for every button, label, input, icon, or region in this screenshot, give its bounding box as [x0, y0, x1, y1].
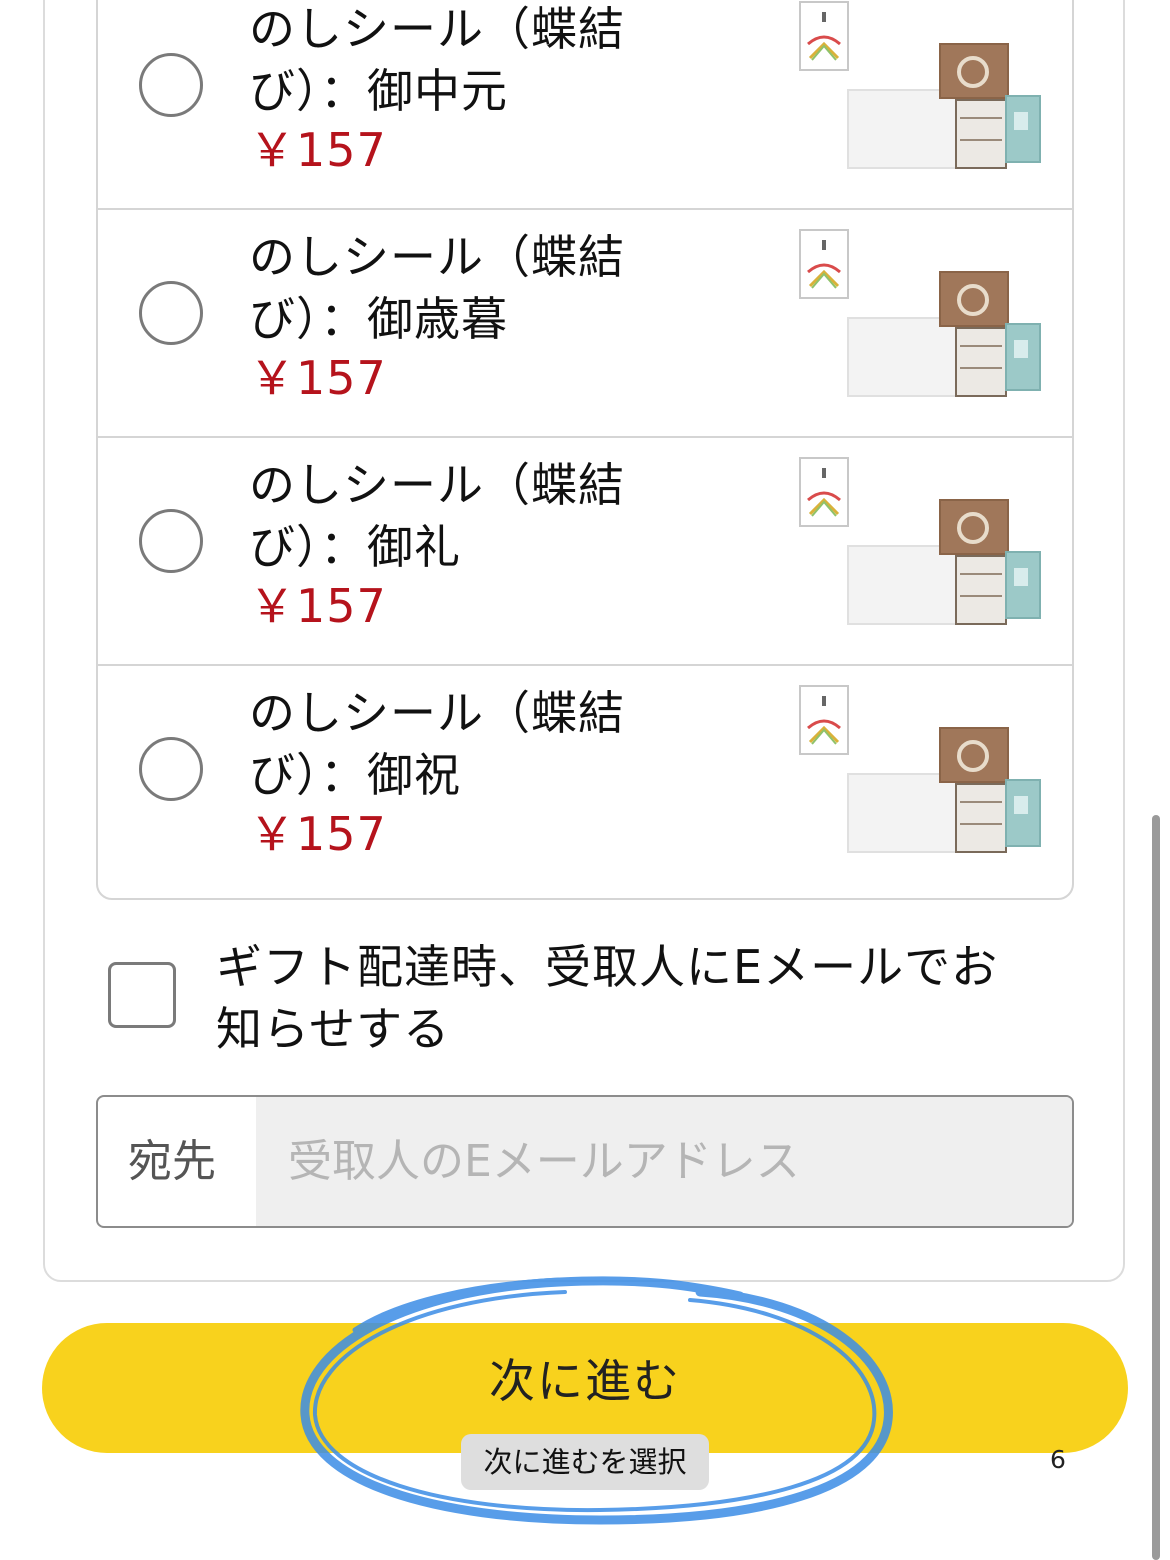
- option-title-line2: び）：御歳暮: [249, 292, 508, 346]
- option-radio[interactable]: [139, 281, 203, 345]
- next-button-label: 次に進む: [489, 1355, 681, 1407]
- scrollbar[interactable]: [1152, 815, 1160, 1560]
- notify-label-line2: 知らせする: [216, 1002, 451, 1056]
- option-radio[interactable]: [139, 53, 203, 117]
- option-radio[interactable]: [139, 509, 203, 573]
- noshi-gift-box-icon: [799, 229, 1041, 397]
- noshi-option-list: のしシール（蝶結 び）：御中元 ￥157 のしシール（蝶結 び）：御歳暮 ￥15…: [96, 0, 1074, 900]
- option-title-line1: のしシール（蝶結: [249, 458, 625, 512]
- notify-recipient-checkbox[interactable]: [108, 962, 176, 1028]
- option-price: ￥157: [249, 807, 387, 861]
- option-title-line2: び）：御礼: [249, 520, 461, 574]
- option-title: のしシール（蝶結 び）：御歳暮: [249, 226, 669, 350]
- option-title-line2: び）：御中元: [249, 64, 508, 118]
- option-price: ￥157: [249, 351, 387, 405]
- recipient-label: 宛先: [128, 1136, 216, 1187]
- option-radio[interactable]: [139, 737, 203, 801]
- option-price: ￥157: [249, 579, 387, 633]
- noshi-gift-box-icon: [799, 457, 1041, 625]
- recipient-email-input[interactable]: [256, 1097, 1072, 1226]
- option-title: のしシール（蝶結 び）：御祝: [249, 682, 669, 806]
- option-title-line2: び）：御祝: [249, 748, 461, 802]
- gift-options-screen: のしシール（蝶結 び）：御中元 ￥157 のしシール（蝶結 び）：御歳暮 ￥15…: [0, 0, 1170, 1560]
- noshi-option-orei[interactable]: のしシール（蝶結 び）：御礼 ￥157: [98, 436, 1072, 662]
- recipient-email-group: 宛先: [96, 1095, 1074, 1228]
- page-number: 6: [1050, 1445, 1066, 1474]
- action-tooltip: 次に進むを選択: [461, 1434, 709, 1490]
- notify-recipient-label[interactable]: ギフト配達時、受取人にEメールでお 知らせする: [216, 936, 1036, 1060]
- option-title: のしシール（蝶結 び）：御礼: [249, 454, 669, 578]
- option-title-line1: のしシール（蝶結: [249, 2, 625, 56]
- option-title-line1: のしシール（蝶結: [249, 686, 625, 740]
- notify-label-line1: ギフト配達時、受取人にEメールでお: [216, 940, 999, 994]
- noshi-option-oiwai[interactable]: のしシール（蝶結 び）：御祝 ￥157: [98, 664, 1072, 890]
- option-title-line1: のしシール（蝶結: [249, 230, 625, 284]
- noshi-gift-box-icon: [799, 685, 1041, 853]
- noshi-gift-box-icon: [799, 1, 1041, 169]
- option-price: ￥157: [249, 123, 387, 177]
- noshi-option-ochugen[interactable]: のしシール（蝶結 び）：御中元 ￥157: [98, 0, 1072, 208]
- option-title: のしシール（蝶結 び）：御中元: [249, 0, 669, 122]
- noshi-option-oseibo[interactable]: のしシール（蝶結 び）：御歳暮 ￥157: [98, 208, 1072, 434]
